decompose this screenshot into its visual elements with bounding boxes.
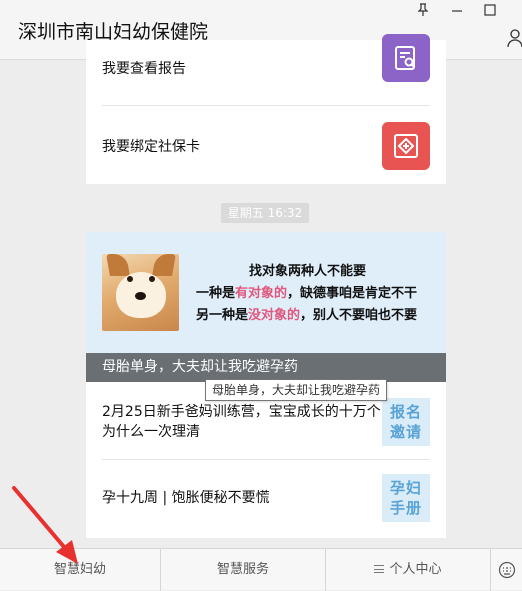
message-timestamp: 星期五 16:32 bbox=[221, 203, 309, 223]
news-thumbnail: 报名邀请 bbox=[382, 398, 430, 446]
report-search-icon bbox=[382, 34, 430, 82]
news-thumbnail: 孕妇手册 bbox=[382, 474, 430, 522]
hover-tooltip: 母胎单身，大夫却让我吃避孕药 bbox=[205, 379, 388, 401]
banner-headline: 找对象两种人不能要 bbox=[249, 264, 367, 279]
banner-line-2: 一种是有对象的，缺德事咱是肯定不干 bbox=[196, 286, 418, 301]
menu-lines-icon bbox=[374, 564, 385, 573]
banner-caption: 母胎单身，大夫却让我吃避孕药 bbox=[86, 353, 446, 382]
menu-item-view-report[interactable]: 我要查看报告 bbox=[102, 30, 430, 106]
shiba-dog-image bbox=[102, 254, 179, 331]
news-item-training-camp[interactable]: 2月25日新手爸妈训练营，宝宝成长的十万个为什么一次理清 报名邀请 bbox=[102, 394, 430, 460]
banner-line-3: 另一种是没对象的，别人不要咱也不要 bbox=[196, 308, 418, 323]
keyboard-toggle-button[interactable] bbox=[491, 549, 522, 591]
keyboard-icon bbox=[498, 561, 515, 578]
menu-item-label: 我要绑定社保卡 bbox=[102, 139, 200, 155]
menu-item-bind-social-card[interactable]: 我要绑定社保卡 bbox=[102, 108, 430, 184]
article-banner[interactable]: 找对象两种人不能要 一种是有对象的，缺德事咱是肯定不干 另一种是没对象的，别人不… bbox=[86, 232, 446, 382]
tab-smart-service[interactable]: 智慧服务 bbox=[161, 549, 326, 591]
user-profile-icon[interactable] bbox=[506, 28, 522, 48]
tab-label: 个人中心 bbox=[389, 562, 442, 577]
red-annotation-arrow bbox=[12, 486, 78, 564]
tab-personal-center[interactable]: 个人中心 bbox=[326, 549, 491, 591]
menu-item-label: 我要查看报告 bbox=[102, 60, 186, 77]
news-item-pregnancy-week19[interactable]: 孕十九周 | 饱胀便秘不要慌 孕妇手册 bbox=[102, 464, 430, 534]
minimize-icon[interactable] bbox=[448, 2, 466, 18]
news-title: 2月25日新手爸妈训练营，宝宝成长的十万个为什么一次理清 bbox=[102, 404, 381, 440]
pin-icon[interactable] bbox=[414, 2, 432, 18]
news-title: 孕十九周 | 饱胀便秘不要慌 bbox=[102, 490, 270, 506]
social-card-icon bbox=[382, 122, 430, 170]
menu-card: 我要查看报告 我要绑定社保卡 bbox=[86, 34, 446, 184]
maximize-icon[interactable] bbox=[481, 2, 499, 18]
